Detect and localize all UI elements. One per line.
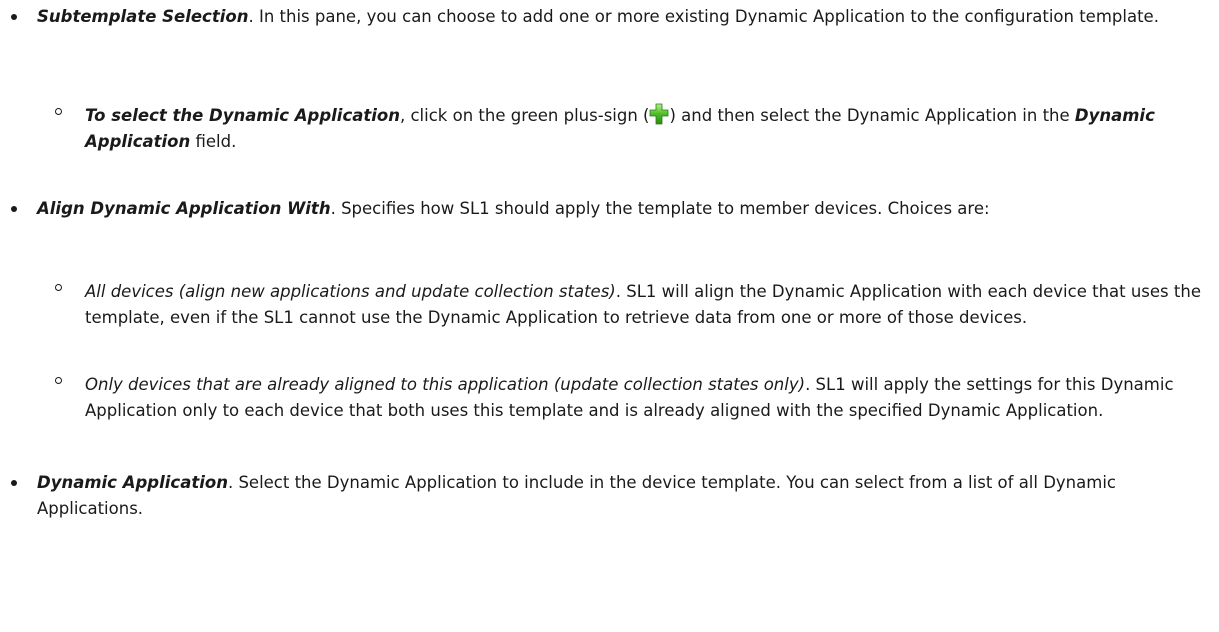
sub-item-text: , click on the green plus-sign ( xyxy=(400,106,650,125)
document-page: Subtemplate Selection. In this pane, you… xyxy=(0,0,1219,632)
choice-only-aligned-devices: Only devices that are already aligned to… xyxy=(85,375,806,394)
bullet-icon xyxy=(11,14,17,20)
circle-bullet-icon xyxy=(55,284,62,291)
green-plus-icon xyxy=(649,103,669,125)
circle-bullet-icon xyxy=(55,108,62,115)
term-dynamic-application: Dynamic Application xyxy=(37,473,228,492)
sub-list-item: Only devices that are already aligned to… xyxy=(55,372,1205,424)
term-subtemplate-selection: Subtemplate Selection xyxy=(37,7,249,26)
term-align-dynamic-application-with: Align Dynamic Application With xyxy=(37,199,331,218)
list-item: Dynamic Application. Select the Dynamic … xyxy=(11,470,1202,522)
circle-bullet-icon xyxy=(55,377,62,384)
list-item: Align Dynamic Application With. Specifie… xyxy=(11,196,1202,222)
sub-item-text: field. xyxy=(190,132,237,151)
choice-all-devices: All devices (align new applications and … xyxy=(85,282,616,301)
list-item: Subtemplate Selection. In this pane, you… xyxy=(11,4,1202,30)
item-text: . Specifies how SL1 should apply the tem… xyxy=(330,199,990,218)
item-text: . In this pane, you can choose to add on… xyxy=(248,7,1159,26)
sub-list-item: To select the Dynamic Application, click… xyxy=(55,103,1205,155)
sub-item-text: ) and then select the Dynamic Applicatio… xyxy=(669,106,1075,125)
sub-list-item: All devices (align new applications and … xyxy=(55,279,1205,331)
bullet-icon xyxy=(11,206,17,212)
bullet-icon xyxy=(11,480,17,486)
term-select-dynamic-application: To select the Dynamic Application xyxy=(85,106,400,125)
